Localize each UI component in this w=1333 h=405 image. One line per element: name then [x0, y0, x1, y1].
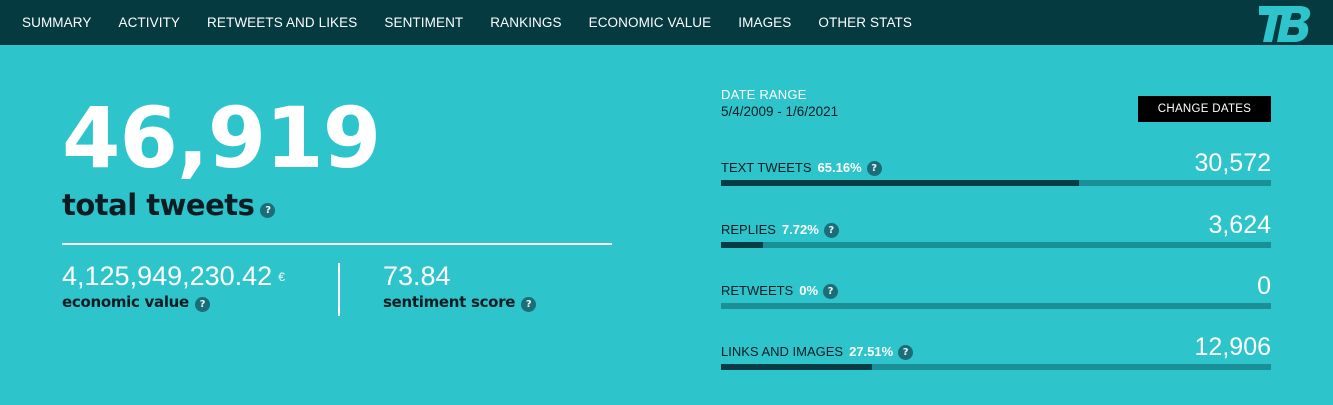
- breakdown-percent: 0%: [799, 282, 819, 298]
- help-icon[interactable]: ?: [823, 223, 839, 238]
- breakdown-percent: 65.16%: [817, 159, 862, 175]
- economic-value-label: economic value: [62, 293, 189, 312]
- breakdown-label: REPLIES: [721, 221, 776, 237]
- progress-bar: [721, 303, 1271, 309]
- economic-value-row: 4,125,949,230.42 €: [62, 261, 285, 292]
- total-tweets-value: 46,919: [62, 89, 381, 187]
- breakdown-row-retweets: RETWEETS 0% ? 0: [721, 265, 1271, 309]
- summary-divider: [62, 243, 612, 245]
- breakdown-label: LINKS AND IMAGES: [721, 343, 844, 359]
- breakdown-label: RETWEETS: [721, 282, 794, 298]
- progress-bar-fill: [721, 364, 873, 370]
- breakdown-label-row: REPLIES 7.72% ?: [721, 220, 839, 238]
- nav-economic-value[interactable]: ECONOMIC VALUE: [589, 15, 712, 30]
- sentiment-score-label: sentiment score: [383, 293, 516, 312]
- sentiment-score: 73.84: [383, 261, 451, 291]
- summary-panel: 46,919 total tweets ?: [62, 96, 612, 222]
- help-icon[interactable]: ?: [260, 203, 276, 218]
- top-nav: SUMMARY ACTIVITY RETWEETS AND LIKES SENT…: [0, 0, 1333, 45]
- economic-value-stat: 4,125,949,230.42 € economic value ?: [62, 261, 285, 312]
- breakdown-label-row: LINKS AND IMAGES 27.51% ?: [721, 342, 914, 360]
- breakdown-count: 12,906: [1194, 333, 1271, 361]
- help-icon[interactable]: ?: [823, 284, 839, 299]
- nav-activity[interactable]: ACTIVITY: [118, 15, 180, 30]
- breakdown-count: 30,572: [1194, 149, 1271, 177]
- breakdown-percent: 7.72%: [781, 221, 819, 237]
- breakdown-percent: 27.51%: [849, 343, 894, 359]
- breakdown-panel: DATE RANGE 5/4/2009 - 1/6/2021 CHANGE DA…: [721, 87, 1271, 370]
- help-icon[interactable]: ?: [194, 296, 210, 312]
- breakdown-row-replies: REPLIES 7.72% ? 3,624: [721, 204, 1271, 248]
- economic-value-label-row: economic value ?: [62, 293, 285, 312]
- total-tweets-label-row: total tweets ?: [62, 188, 612, 222]
- currency-symbol: €: [278, 270, 285, 285]
- nav-retweets-and-likes[interactable]: RETWEETS AND LIKES: [207, 15, 357, 30]
- breakdown-row-links-and-images: LINKS AND IMAGES 27.51% ? 12,906: [721, 326, 1271, 370]
- nav-images[interactable]: IMAGES: [738, 15, 791, 30]
- help-icon[interactable]: ?: [898, 345, 914, 360]
- help-icon[interactable]: ?: [521, 296, 537, 312]
- breakdown-count: 0: [1257, 272, 1271, 300]
- breakdown-count: 3,624: [1208, 211, 1271, 239]
- economic-value: 4,125,949,230.42: [62, 261, 273, 291]
- nav-sentiment[interactable]: SENTIMENT: [384, 15, 463, 30]
- nav-list: SUMMARY ACTIVITY RETWEETS AND LIKES SENT…: [0, 0, 939, 45]
- breakdown-row-text-tweets: TEXT TWEETS 65.16% ? 30,572: [721, 142, 1271, 186]
- stats-divider: [338, 263, 340, 316]
- sentiment-score-label-row: sentiment score ?: [383, 293, 537, 312]
- nav-other-stats[interactable]: OTHER STATS: [818, 15, 912, 30]
- tb-logo-icon[interactable]: [1259, 6, 1311, 42]
- nav-summary[interactable]: SUMMARY: [22, 15, 91, 30]
- breakdown-label: TEXT TWEETS: [721, 159, 812, 175]
- progress-bar-fill: [721, 242, 764, 248]
- nav-rankings[interactable]: RANKINGS: [490, 15, 561, 30]
- progress-bar: [721, 242, 1271, 248]
- help-icon[interactable]: ?: [866, 161, 882, 176]
- total-tweets-label: total tweets: [62, 188, 255, 222]
- breakdown-label-row: RETWEETS 0% ?: [721, 281, 839, 299]
- progress-bar-fill: [721, 180, 1080, 186]
- change-dates-button[interactable]: CHANGE DATES: [1138, 96, 1271, 122]
- sentiment-score-stat: 73.84 sentiment score ?: [383, 261, 537, 312]
- breakdown-label-row: TEXT TWEETS 65.16% ?: [721, 158, 882, 176]
- progress-bar: [721, 180, 1271, 186]
- progress-bar: [721, 364, 1271, 370]
